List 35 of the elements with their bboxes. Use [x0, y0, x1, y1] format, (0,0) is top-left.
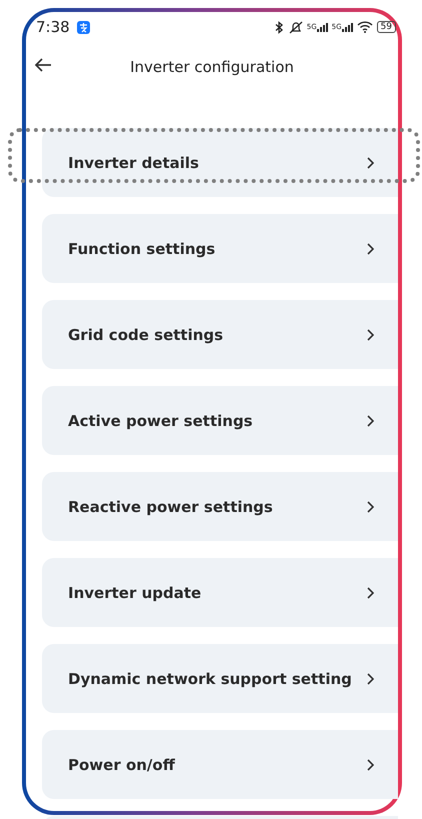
chevron-right-icon [367, 586, 374, 598]
menu-item-label: Function settings [68, 240, 216, 258]
chevron-right-icon [367, 758, 374, 770]
chevron-right-icon [367, 672, 374, 684]
menu-item[interactable]: Inverter update [42, 558, 398, 627]
menu-item[interactable]: Function settings [42, 214, 398, 283]
menu-item[interactable]: Active power settings [42, 386, 398, 455]
menu-item-label: Active power settings [68, 412, 254, 430]
chevron-right-icon [367, 414, 374, 426]
muted-bell-icon [288, 20, 303, 34]
back-button[interactable] [32, 56, 54, 74]
menu-item[interactable]: Inverter details [42, 128, 398, 197]
chevron-right-icon [367, 242, 374, 254]
chevron-right-icon [367, 500, 374, 512]
menu-item-label: Reactive power settings [68, 498, 274, 516]
back-arrow-icon [34, 58, 52, 72]
menu-item[interactable]: Grid code settings [42, 300, 398, 369]
battery-level: 59 [376, 21, 396, 33]
chevron-right-icon [367, 328, 374, 340]
menu-item[interactable]: Power on/off [42, 730, 398, 799]
signal-bars-icon [342, 22, 353, 32]
page-title: Inverter configuration [130, 58, 294, 76]
menu-item-label: Dynamic network support setting [68, 670, 353, 688]
signal-bars-icon [316, 22, 328, 32]
menu-item[interactable]: Reactive power settings [42, 472, 398, 541]
menu-item-label: Inverter details [68, 154, 200, 172]
menu-item[interactable]: Dynamic network support setting [42, 644, 398, 713]
menu-item-label: Power on/off [68, 756, 176, 774]
app-notification-icon [76, 20, 90, 34]
bluetooth-icon [274, 20, 285, 34]
status-time: 7:38 [36, 18, 70, 36]
chevron-right-icon [367, 156, 374, 168]
menu-item-label: Inverter update [68, 584, 202, 602]
menu-item-label: Grid code settings [68, 326, 224, 344]
wifi-icon [356, 21, 373, 33]
